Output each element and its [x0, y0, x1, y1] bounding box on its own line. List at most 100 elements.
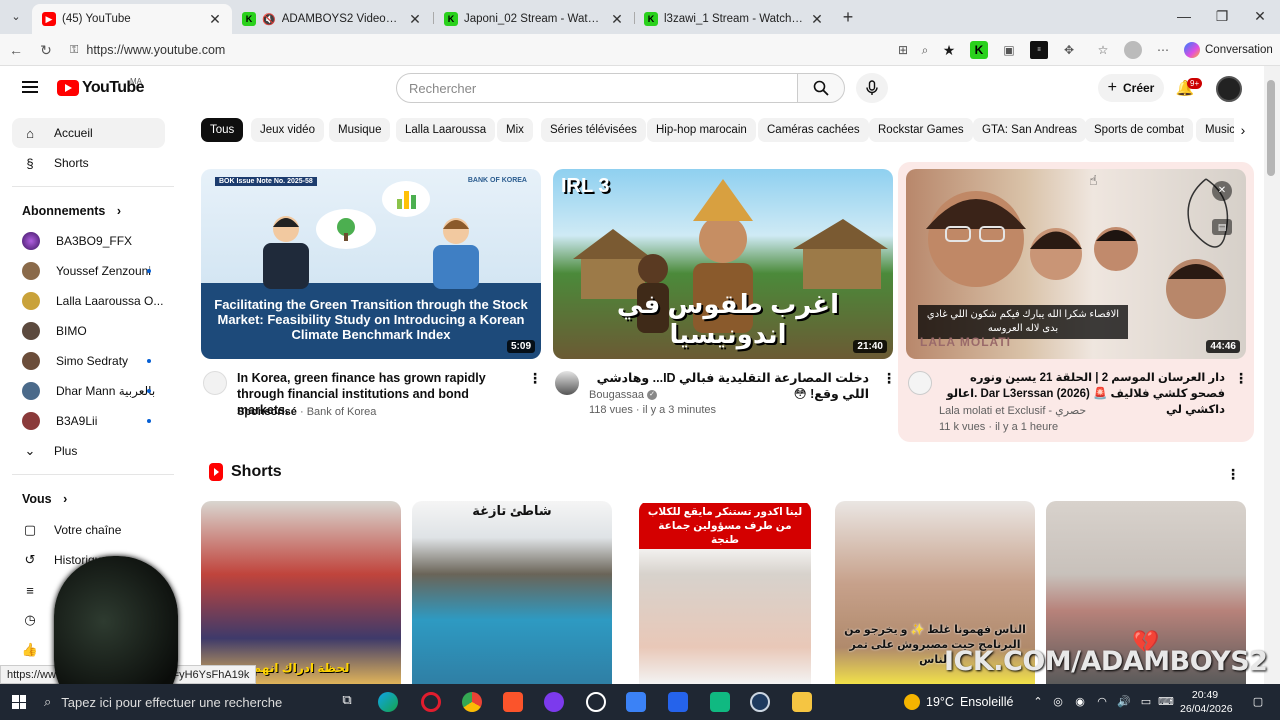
- minimize-window-button[interactable]: —: [1174, 8, 1194, 24]
- maximize-window-button[interactable]: ❐: [1212, 8, 1232, 25]
- sidebar-sub-youssef[interactable]: Youssef Zenzouni: [12, 256, 165, 286]
- favorite-star-icon[interactable]: ★: [940, 41, 958, 59]
- sidebar-item-home[interactable]: ⌂ Accueil: [12, 118, 165, 148]
- more-options-icon[interactable]: ⋯: [1154, 41, 1172, 59]
- chip-lalla-laaroussa[interactable]: Lalla Laaroussa: [396, 118, 496, 142]
- close-tab-icon[interactable]: ✕: [408, 11, 422, 28]
- notifications-icon[interactable]: ▢: [1250, 694, 1266, 710]
- chip-tous[interactable]: Tous: [201, 118, 244, 142]
- app-icon[interactable]: [668, 692, 688, 712]
- channel-name[interactable]: Bougassaa: [589, 389, 644, 401]
- channel-name[interactable]: Bank of Korea: [307, 406, 377, 418]
- zoom-icon[interactable]: ⌕: [916, 41, 934, 59]
- subscriptions-header[interactable]: Abonnements ›: [22, 204, 121, 218]
- channel-name[interactable]: Lala molati et Exclusif - حصري: [939, 404, 1086, 417]
- language-icon[interactable]: ⌨: [1158, 694, 1174, 710]
- address-bar[interactable]: ⚿ https://www.youtube.com: [64, 38, 964, 62]
- app-icon[interactable]: [544, 692, 564, 712]
- close-tab-icon[interactable]: ✕: [810, 11, 824, 28]
- edge-icon[interactable]: [378, 692, 398, 712]
- sidebar-more[interactable]: ⌄ Plus: [12, 436, 165, 466]
- tab-japoni[interactable]: K Japoni_02 Stream - Watch Live on ✕: [434, 4, 634, 34]
- search-button[interactable]: [797, 73, 845, 103]
- copilot-conversation-button[interactable]: Conversation: [1184, 39, 1274, 61]
- tray-app-icon[interactable]: ◉: [1072, 694, 1088, 710]
- steam-icon[interactable]: [750, 692, 770, 712]
- sidebar-sub-ba3bo9[interactable]: BA3BO9_FFX: [12, 226, 165, 256]
- sidebar-sub-dharmann[interactable]: Dhar Mann بالعربية: [12, 376, 165, 406]
- volume-icon[interactable]: 🔊: [1116, 694, 1132, 710]
- chrome-icon[interactable]: [462, 692, 482, 712]
- chip-cameras-cachees[interactable]: Caméras cachées: [758, 118, 869, 142]
- wifi-icon[interactable]: ◠: [1094, 694, 1110, 710]
- more-actions-icon[interactable]: ⋮: [1226, 466, 1240, 482]
- account-avatar[interactable]: [1216, 76, 1242, 102]
- system-clock[interactable]: 20:49 26/04/2026: [1180, 688, 1233, 716]
- more-actions-icon[interactable]: ⋮: [528, 370, 542, 386]
- app-available-icon[interactable]: ⊞: [894, 41, 912, 59]
- app-icon[interactable]: [586, 692, 606, 712]
- profile-avatar[interactable]: [1124, 41, 1142, 59]
- file-explorer-icon[interactable]: [792, 692, 812, 712]
- sidebar-sub-bimo[interactable]: BIMO: [12, 316, 165, 346]
- captions-icon[interactable]: ▤: [1212, 219, 1232, 235]
- tab-youtube[interactable]: ▶ (45) YouTube ✕: [32, 4, 232, 34]
- store-icon[interactable]: [626, 692, 646, 712]
- tab-adamboys2[interactable]: K 🔇 ADAMBOYS2 Videos - Watch ✕: [232, 4, 432, 34]
- mute-toggle-icon[interactable]: ✕: [1212, 181, 1232, 201]
- close-window-button[interactable]: ✕: [1250, 8, 1270, 25]
- chip-musique[interactable]: Musique: [329, 118, 391, 142]
- menu-hamburger-icon[interactable]: [22, 81, 38, 93]
- short-thumbnail[interactable]: شاطئ تازغة: [412, 501, 612, 684]
- sidebar-your-channel[interactable]: ▢ Votre chaîne: [12, 515, 165, 545]
- url-text[interactable]: https://www.youtube.com: [86, 43, 225, 57]
- extension-icon[interactable]: ▣: [1000, 41, 1018, 59]
- opera-icon[interactable]: [421, 692, 441, 712]
- channel-avatar[interactable]: [203, 371, 227, 395]
- short-thumbnail[interactable]: لينا اكدور تستنكر مايقع للكلاب من طرف مس…: [639, 501, 811, 684]
- voice-search-button[interactable]: [856, 73, 888, 103]
- chip-jeux-video[interactable]: Jeux vidéo: [251, 118, 324, 142]
- video-thumbnail[interactable]: IRL 3 اغرب طقوس في اندونيسيا 21:40: [553, 169, 893, 359]
- favorites-icon[interactable]: ☆: [1094, 41, 1112, 59]
- more-actions-icon[interactable]: ⋮: [1234, 370, 1248, 386]
- weather-widget[interactable]: 19°C Ensoleillé: [904, 684, 1013, 720]
- tab-actions-menu-button[interactable]: ⌄: [6, 7, 26, 27]
- extension-icon[interactable]: ≡: [1030, 41, 1048, 59]
- chip-series[interactable]: Séries télévisées: [541, 118, 646, 142]
- taskbar-search[interactable]: ⌕ Tapez ici pour effectuer une recherche: [44, 684, 282, 720]
- short-thumbnail[interactable]: لحظة ادراك انهم: [201, 501, 401, 684]
- search-input[interactable]: Rechercher: [396, 73, 798, 103]
- chevron-up-icon[interactable]: ⌃: [1030, 694, 1046, 710]
- back-arrow-icon[interactable]: ←: [6, 40, 26, 60]
- new-tab-button[interactable]: +: [838, 8, 858, 26]
- extensions-puzzle-icon[interactable]: ✥: [1060, 41, 1078, 59]
- channel-avatar[interactable]: [908, 371, 932, 395]
- task-view-icon[interactable]: ⧉: [337, 692, 357, 712]
- kick-extension-icon[interactable]: K: [970, 41, 988, 59]
- chip-sports-combat[interactable]: Sports de combat: [1085, 118, 1194, 142]
- app-icon[interactable]: [710, 692, 730, 712]
- more-actions-icon[interactable]: ⋮: [882, 370, 896, 386]
- chip-rockstar[interactable]: Rockstar Games: [869, 118, 973, 142]
- windows-start-icon[interactable]: [12, 695, 26, 709]
- sidebar-item-shorts[interactable]: § Shorts: [12, 148, 165, 178]
- battery-icon[interactable]: ▭: [1138, 694, 1154, 710]
- sidebar-sub-lalla[interactable]: Lalla Laaroussa O...: [12, 286, 165, 316]
- close-tab-icon[interactable]: ✕: [610, 11, 624, 28]
- tab-l3zawi[interactable]: K l3zawi_1 Stream - Watch Live on K ✕: [634, 4, 834, 34]
- video-thumbnail[interactable]: ✕ ▤ الافصاء شكرا الله يبارك فيكم شكون ال…: [906, 169, 1246, 359]
- you-header[interactable]: Vous ›: [22, 492, 67, 506]
- muted-speaker-icon[interactable]: 🔇: [262, 13, 276, 26]
- chip-mix[interactable]: Mix: [497, 118, 533, 142]
- brave-icon[interactable]: [503, 692, 523, 712]
- scrollbar-thumb[interactable]: [1267, 80, 1275, 176]
- chip-hip-hop[interactable]: Hip-hop marocain: [647, 118, 756, 142]
- refresh-icon[interactable]: ↻: [36, 40, 56, 60]
- sidebar-sub-simo[interactable]: Simo Sedraty: [12, 346, 165, 376]
- video-thumbnail[interactable]: BOK Issue Note No. 2025-58 BANK OF KOREA…: [201, 169, 541, 359]
- chevron-right-icon[interactable]: ›: [1234, 118, 1252, 142]
- site-info-icon[interactable]: ⚿: [70, 44, 78, 57]
- create-button[interactable]: + Créer: [1098, 74, 1164, 102]
- close-tab-icon[interactable]: ✕: [208, 11, 222, 28]
